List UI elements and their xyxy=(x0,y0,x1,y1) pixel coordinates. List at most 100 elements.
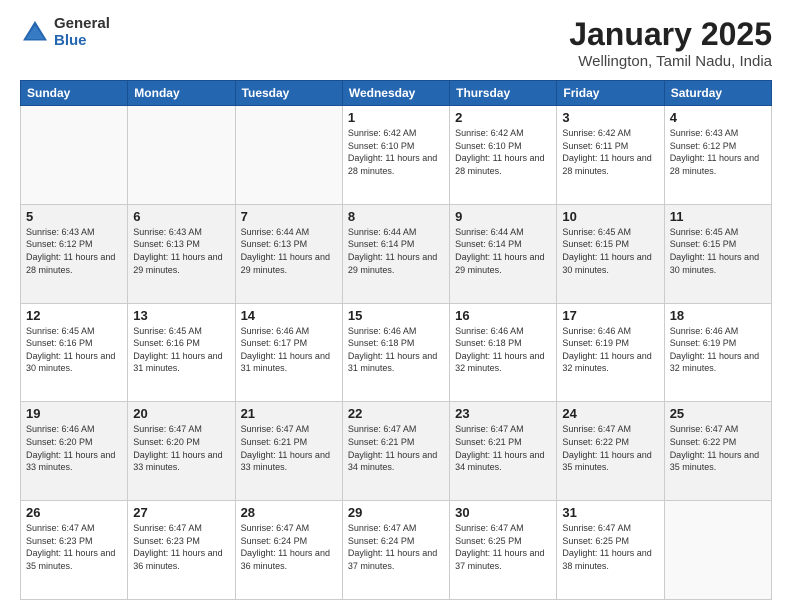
calendar-week-2: 5 Sunrise: 6:43 AM Sunset: 6:12 PM Daylig… xyxy=(21,204,772,303)
calendar-cell: 29 Sunrise: 6:47 AM Sunset: 6:24 PM Dayli… xyxy=(342,501,449,600)
day-number: 17 xyxy=(562,308,658,323)
day-info: Sunrise: 6:42 AM Sunset: 6:10 PM Dayligh… xyxy=(455,127,551,177)
day-info: Sunrise: 6:43 AM Sunset: 6:12 PM Dayligh… xyxy=(670,127,766,177)
day-info: Sunrise: 6:47 AM Sunset: 6:21 PM Dayligh… xyxy=(348,423,444,473)
calendar-cell: 2 Sunrise: 6:42 AM Sunset: 6:10 PM Daylig… xyxy=(450,106,557,205)
calendar-cell: 28Sunrise: 6:47 AM Sunset: 6:24 PM Dayli… xyxy=(235,501,342,600)
calendar-cell xyxy=(21,106,128,205)
calendar-cell: 3Sunrise: 6:42 AM Sunset: 6:11 PM Daylig… xyxy=(557,106,664,205)
logo-general: General xyxy=(54,16,110,33)
day-info: Sunrise: 6:47 AM Sunset: 6:20 PM Dayligh… xyxy=(133,423,229,473)
calendar-cell: 21 Sunrise: 6:47 AM Sunset: 6:21 PM Dayli… xyxy=(235,402,342,501)
calendar-cell: 22Sunrise: 6:47 AM Sunset: 6:21 PM Dayli… xyxy=(342,402,449,501)
day-number: 10 xyxy=(562,209,658,224)
day-info: Sunrise: 6:43 AM Sunset: 6:13 PM Dayligh… xyxy=(133,226,229,276)
calendar-cell: 14Sunrise: 6:46 AM Sunset: 6:17 PM Dayli… xyxy=(235,303,342,402)
day-info: Sunrise: 6:47 AM Sunset: 6:22 PM Dayligh… xyxy=(670,423,766,473)
day-number: 8 xyxy=(348,209,444,224)
calendar-week-1: 1Sunrise: 6:42 AM Sunset: 6:10 PM Daylig… xyxy=(21,106,772,205)
day-number: 23 xyxy=(455,406,551,421)
day-number: 5 xyxy=(26,209,122,224)
calendar-cell: 25 Sunrise: 6:47 AM Sunset: 6:22 PM Dayli… xyxy=(664,402,771,501)
title-location: Wellington, Tamil Nadu, India xyxy=(569,53,772,70)
calendar-cell xyxy=(235,106,342,205)
day-number: 25 xyxy=(670,406,766,421)
calendar-cell: 18Sunrise: 6:46 AM Sunset: 6:19 PM Dayli… xyxy=(664,303,771,402)
day-info: Sunrise: 6:46 AM Sunset: 6:19 PM Dayligh… xyxy=(562,325,658,375)
day-number: 9 xyxy=(455,209,551,224)
day-number: 18 xyxy=(670,308,766,323)
day-number: 20 xyxy=(133,406,229,421)
day-number: 15 xyxy=(348,308,444,323)
header-cell-monday: Monday xyxy=(128,81,235,106)
calendar-cell: 31 Sunrise: 6:47 AM Sunset: 6:25 PM Dayli… xyxy=(557,501,664,600)
day-info: Sunrise: 6:45 AM Sunset: 6:15 PM Dayligh… xyxy=(562,226,658,276)
calendar-cell: 1Sunrise: 6:42 AM Sunset: 6:10 PM Daylig… xyxy=(342,106,449,205)
calendar-cell: 11 Sunrise: 6:45 AM Sunset: 6:15 PM Dayli… xyxy=(664,204,771,303)
calendar-cell: 30 Sunrise: 6:47 AM Sunset: 6:25 PM Dayli… xyxy=(450,501,557,600)
day-info: Sunrise: 6:47 AM Sunset: 6:21 PM Dayligh… xyxy=(455,423,551,473)
day-info: Sunrise: 6:47 AM Sunset: 6:22 PM Dayligh… xyxy=(562,423,658,473)
calendar-cell: 8Sunrise: 6:44 AM Sunset: 6:14 PM Daylig… xyxy=(342,204,449,303)
day-info: Sunrise: 6:47 AM Sunset: 6:21 PM Dayligh… xyxy=(241,423,337,473)
day-number: 21 xyxy=(241,406,337,421)
calendar-week-3: 12 Sunrise: 6:45 AM Sunset: 6:16 PM Dayli… xyxy=(21,303,772,402)
calendar-cell: 6 Sunrise: 6:43 AM Sunset: 6:13 PM Daylig… xyxy=(128,204,235,303)
calendar-cell xyxy=(664,501,771,600)
title-block: January 2025 Wellington, Tamil Nadu, Ind… xyxy=(569,16,772,70)
day-number: 30 xyxy=(455,505,551,520)
calendar-cell: 7Sunrise: 6:44 AM Sunset: 6:13 PM Daylig… xyxy=(235,204,342,303)
day-number: 16 xyxy=(455,308,551,323)
header: General Blue January 2025 Wellington, Ta… xyxy=(20,16,772,70)
calendar-cell: 9Sunrise: 6:44 AM Sunset: 6:14 PM Daylig… xyxy=(450,204,557,303)
day-number: 2 xyxy=(455,110,551,125)
calendar-header: SundayMondayTuesdayWednesdayThursdayFrid… xyxy=(21,81,772,106)
day-info: Sunrise: 6:45 AM Sunset: 6:16 PM Dayligh… xyxy=(26,325,122,375)
day-info: Sunrise: 6:46 AM Sunset: 6:20 PM Dayligh… xyxy=(26,423,122,473)
calendar-cell xyxy=(128,106,235,205)
title-month: January 2025 xyxy=(569,16,772,53)
day-info: Sunrise: 6:47 AM Sunset: 6:23 PM Dayligh… xyxy=(133,522,229,572)
day-number: 19 xyxy=(26,406,122,421)
day-number: 6 xyxy=(133,209,229,224)
page: General Blue January 2025 Wellington, Ta… xyxy=(0,0,792,612)
calendar-week-5: 26 Sunrise: 6:47 AM Sunset: 6:23 PM Dayli… xyxy=(21,501,772,600)
calendar-body: 1Sunrise: 6:42 AM Sunset: 6:10 PM Daylig… xyxy=(21,106,772,600)
day-number: 31 xyxy=(562,505,658,520)
calendar-cell: 10 Sunrise: 6:45 AM Sunset: 6:15 PM Dayli… xyxy=(557,204,664,303)
logo-blue: Blue xyxy=(54,33,110,50)
calendar-cell: 16Sunrise: 6:46 AM Sunset: 6:18 PM Dayli… xyxy=(450,303,557,402)
day-info: Sunrise: 6:43 AM Sunset: 6:12 PM Dayligh… xyxy=(26,226,122,276)
day-number: 12 xyxy=(26,308,122,323)
calendar-cell: 4 Sunrise: 6:43 AM Sunset: 6:12 PM Daylig… xyxy=(664,106,771,205)
day-number: 26 xyxy=(26,505,122,520)
header-cell-tuesday: Tuesday xyxy=(235,81,342,106)
day-number: 28 xyxy=(241,505,337,520)
day-info: Sunrise: 6:44 AM Sunset: 6:13 PM Dayligh… xyxy=(241,226,337,276)
day-number: 4 xyxy=(670,110,766,125)
header-row: SundayMondayTuesdayWednesdayThursdayFrid… xyxy=(21,81,772,106)
logo: General Blue xyxy=(20,16,110,49)
calendar-cell: 24Sunrise: 6:47 AM Sunset: 6:22 PM Dayli… xyxy=(557,402,664,501)
day-number: 14 xyxy=(241,308,337,323)
calendar-cell: 19 Sunrise: 6:46 AM Sunset: 6:20 PM Dayli… xyxy=(21,402,128,501)
calendar-cell: 17 Sunrise: 6:46 AM Sunset: 6:19 PM Dayli… xyxy=(557,303,664,402)
day-info: Sunrise: 6:47 AM Sunset: 6:24 PM Dayligh… xyxy=(348,522,444,572)
day-info: Sunrise: 6:42 AM Sunset: 6:10 PM Dayligh… xyxy=(348,127,444,177)
day-number: 29 xyxy=(348,505,444,520)
calendar: SundayMondayTuesdayWednesdayThursdayFrid… xyxy=(20,80,772,600)
calendar-cell: 20 Sunrise: 6:47 AM Sunset: 6:20 PM Dayli… xyxy=(128,402,235,501)
calendar-cell: 15 Sunrise: 6:46 AM Sunset: 6:18 PM Dayli… xyxy=(342,303,449,402)
day-number: 11 xyxy=(670,209,766,224)
calendar-cell: 5 Sunrise: 6:43 AM Sunset: 6:12 PM Daylig… xyxy=(21,204,128,303)
calendar-cell: 27Sunrise: 6:47 AM Sunset: 6:23 PM Dayli… xyxy=(128,501,235,600)
calendar-cell: 23 Sunrise: 6:47 AM Sunset: 6:21 PM Dayli… xyxy=(450,402,557,501)
calendar-cell: 13Sunrise: 6:45 AM Sunset: 6:16 PM Dayli… xyxy=(128,303,235,402)
calendar-week-4: 19 Sunrise: 6:46 AM Sunset: 6:20 PM Dayli… xyxy=(21,402,772,501)
day-number: 13 xyxy=(133,308,229,323)
day-info: Sunrise: 6:45 AM Sunset: 6:15 PM Dayligh… xyxy=(670,226,766,276)
day-info: Sunrise: 6:47 AM Sunset: 6:25 PM Dayligh… xyxy=(455,522,551,572)
day-info: Sunrise: 6:46 AM Sunset: 6:18 PM Dayligh… xyxy=(348,325,444,375)
day-info: Sunrise: 6:47 AM Sunset: 6:25 PM Dayligh… xyxy=(562,522,658,572)
calendar-cell: 12 Sunrise: 6:45 AM Sunset: 6:16 PM Dayli… xyxy=(21,303,128,402)
